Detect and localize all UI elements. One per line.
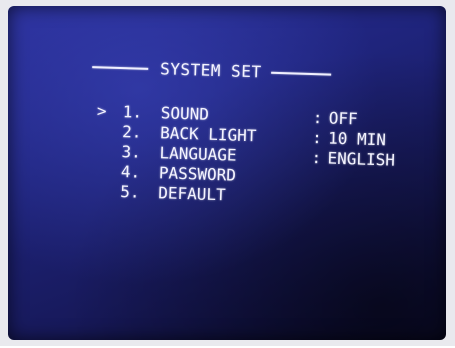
menu-item-label: DEFAULT <box>158 183 227 205</box>
header-dash-right <box>271 71 332 76</box>
device-frame: SYSTEM SET > 1. SOUND : OFF 2. BACK LIGH… <box>0 0 455 346</box>
menu-item-number: 4. <box>120 162 141 182</box>
selection-cursor-icon: > <box>96 101 107 121</box>
menu-title: SYSTEM SET <box>159 59 262 82</box>
menu-item-value: OFF <box>328 108 358 129</box>
menu-item-separator: : <box>311 148 322 168</box>
menu-item-number: 2. <box>121 122 142 142</box>
selection-cursor-slot <box>95 176 121 177</box>
selection-cursor-slot <box>96 136 122 137</box>
menu-item-number: 5. <box>120 182 140 202</box>
system-set-menu: SYSTEM SET > 1. SOUND : OFF 2. BACK LIGH… <box>2 1 450 348</box>
menu-header: SYSTEM SET <box>92 57 332 84</box>
menu-item-number: 1. <box>122 102 143 122</box>
menu-item-number: 3. <box>121 142 142 162</box>
menu-item-list: > 1. SOUND : OFF 2. BACK LIGHT : 10 MIN … <box>94 101 396 210</box>
menu-item-value: 10 MIN <box>327 128 387 150</box>
header-dash-left <box>92 65 149 70</box>
lcd-screen: SYSTEM SET > 1. SOUND : OFF 2. BACK LIGH… <box>8 6 446 340</box>
selection-cursor-slot <box>95 156 121 157</box>
menu-item-separator: : <box>312 108 323 128</box>
menu-item-separator: : <box>311 128 323 148</box>
selection-cursor-slot <box>94 196 120 197</box>
menu-item-value: ENGLISH <box>327 148 396 170</box>
